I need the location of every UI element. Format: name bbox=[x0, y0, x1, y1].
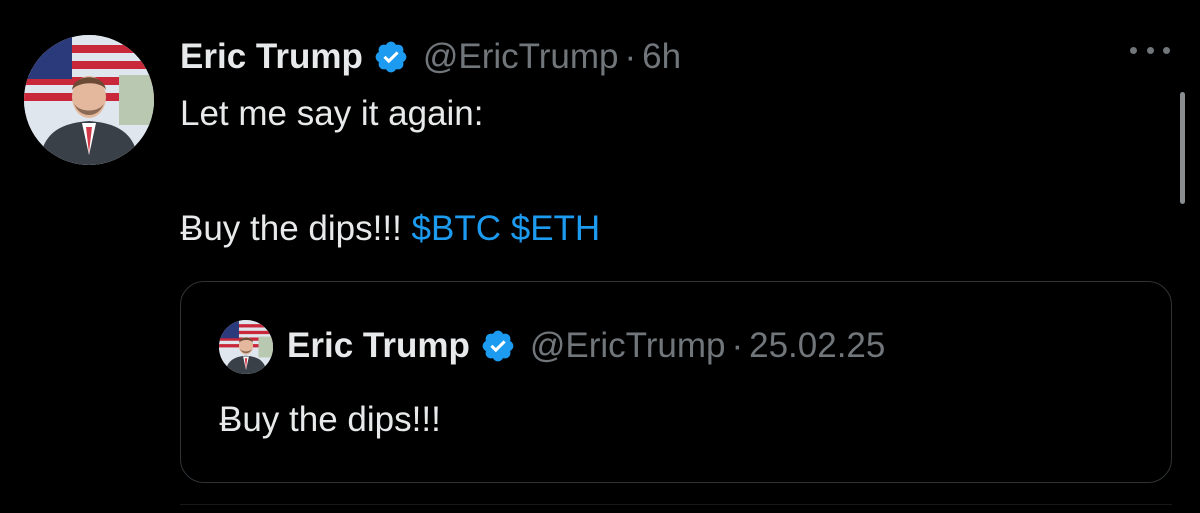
verified-badge-icon bbox=[480, 328, 516, 364]
tweet-text-line1: Let me say it again: bbox=[180, 94, 484, 133]
scrollbar[interactable] bbox=[1180, 92, 1185, 204]
tweet-header: Eric Trump @EricTrump · 6h bbox=[180, 34, 681, 80]
quoted-tweet-header: Eric Trump @EricTrump · 25.02.25 bbox=[287, 323, 885, 369]
cashtag-link[interactable]: $BTC bbox=[412, 209, 501, 248]
separator-dot: · bbox=[624, 37, 637, 76]
more-options-icon[interactable] bbox=[1130, 38, 1170, 62]
quoted-tweet[interactable]: Eric Trump @EricTrump · 25.02.25 Ƀuy the… bbox=[180, 281, 1172, 483]
more-dot bbox=[1130, 46, 1137, 54]
quoted-tweet-text: Ƀuy the dips!!! bbox=[219, 400, 441, 439]
quoted-author-name[interactable]: Eric Trump bbox=[287, 326, 470, 366]
quoted-tweet-date[interactable]: 25.02.25 bbox=[749, 326, 885, 366]
author-name[interactable]: Eric Trump bbox=[180, 37, 363, 77]
tweet-text-prefix: Ƀuy the dips!!! bbox=[180, 209, 402, 248]
avatar-image bbox=[219, 320, 273, 374]
separator-dot: · bbox=[731, 326, 744, 365]
quoted-author-avatar[interactable] bbox=[219, 320, 273, 374]
cashtag-link[interactable]: $ETH bbox=[511, 209, 600, 248]
avatar-image bbox=[24, 35, 154, 165]
verified-badge-icon bbox=[373, 39, 409, 75]
more-dot bbox=[1163, 46, 1170, 54]
more-dot bbox=[1146, 46, 1154, 54]
tweet[interactable]: Eric Trump @EricTrump · 6h Let me say it… bbox=[0, 0, 1200, 512]
tweet-text-line2: Ƀuy the dips!!! $BTC $ETH bbox=[180, 207, 600, 251]
author-avatar[interactable] bbox=[24, 35, 154, 165]
author-handle[interactable]: @EricTrump bbox=[423, 37, 619, 77]
quoted-author-handle[interactable]: @EricTrump bbox=[530, 326, 726, 366]
tweet-timestamp[interactable]: 6h bbox=[642, 37, 681, 77]
